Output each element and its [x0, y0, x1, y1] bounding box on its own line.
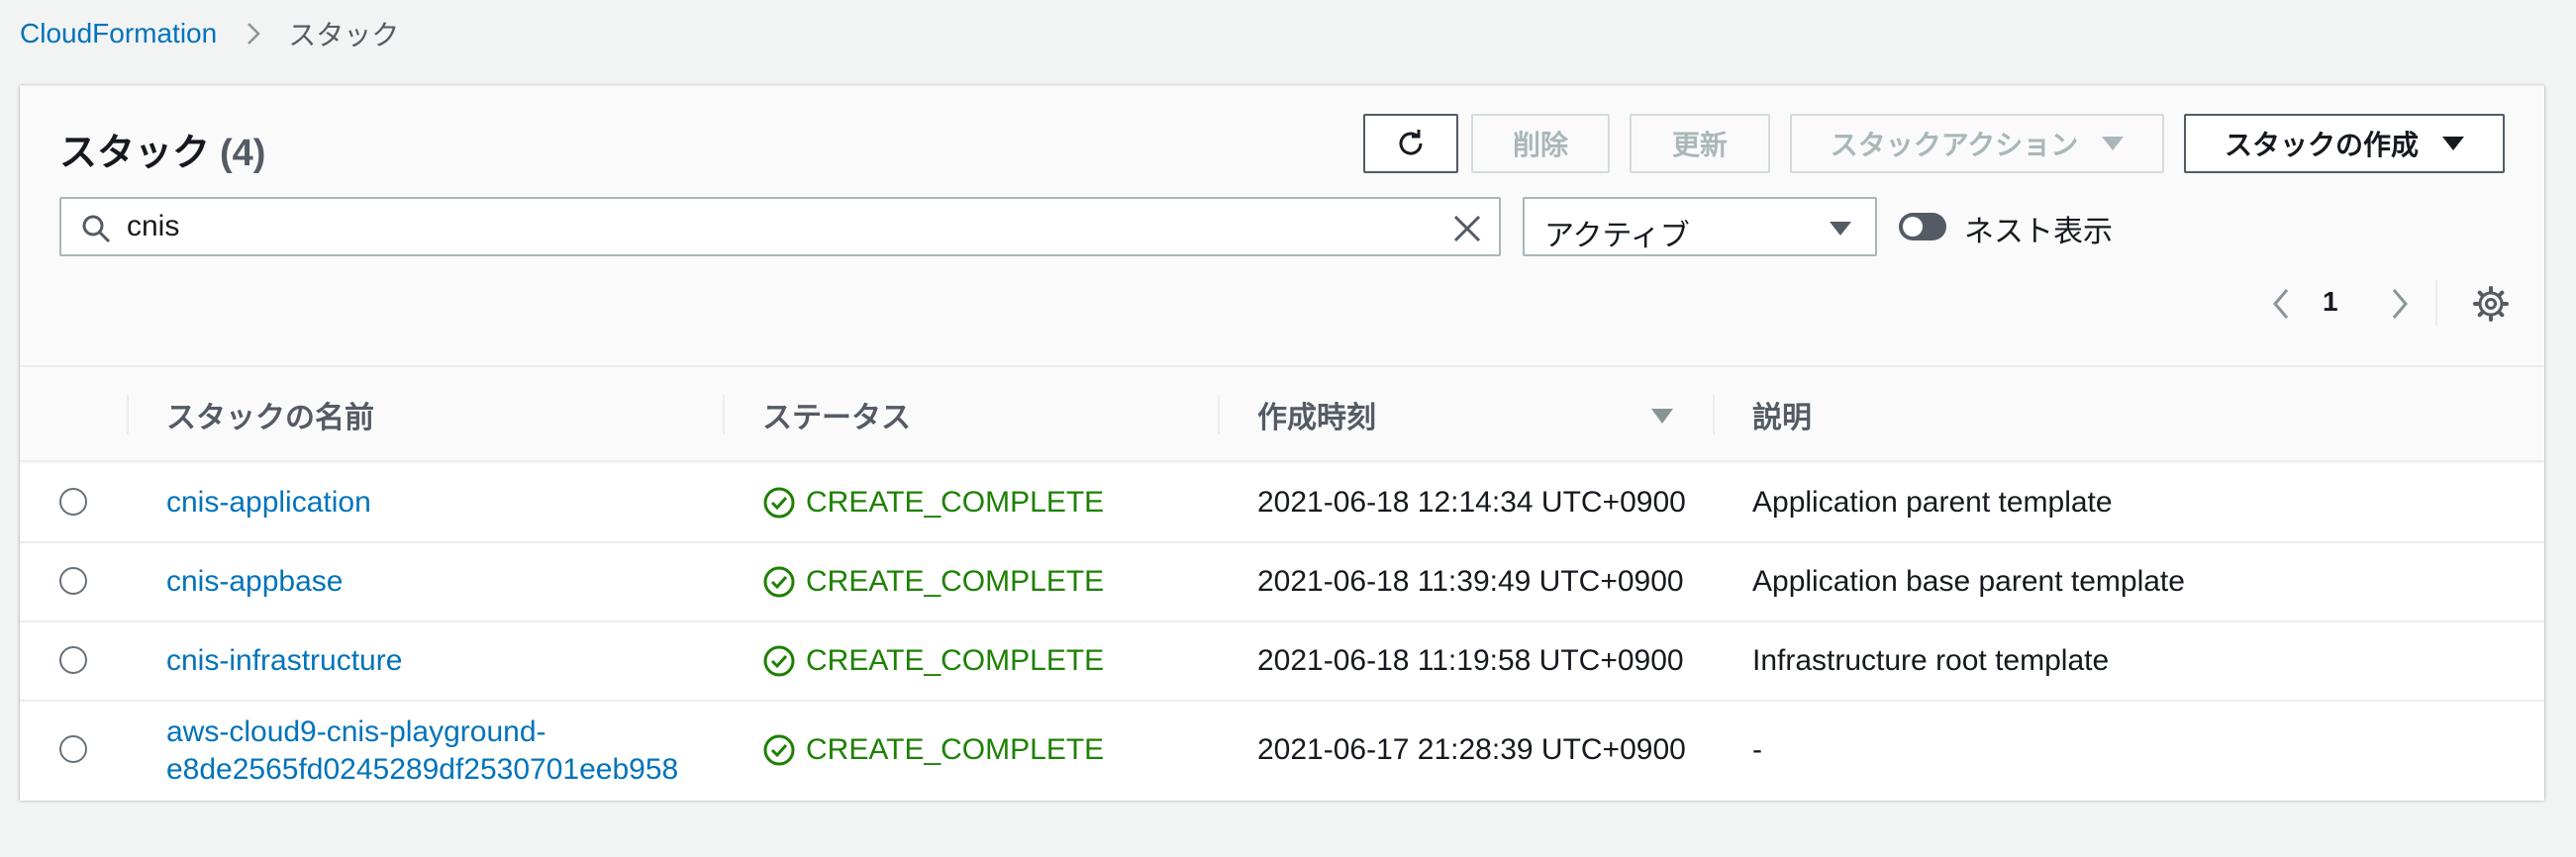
status-cell: CREATE_COMPLETE: [762, 642, 1104, 680]
create-stack-label: スタックの作成: [2224, 130, 2419, 160]
column-header-created[interactable]: 作成時刻: [1257, 367, 1376, 462]
column-header-status[interactable]: ステータス: [762, 367, 911, 462]
status-success-icon: [763, 734, 795, 766]
stack-actions-button[interactable]: スタックアクション: [1790, 114, 2164, 173]
status-text: CREATE_COMPLETE: [806, 733, 1105, 766]
create-stack-button[interactable]: スタックの作成: [2184, 114, 2505, 173]
search-icon: [82, 215, 111, 243]
table-header: スタックの名前 ステータス 作成時刻 説明: [20, 367, 2544, 462]
description: Application base parent template: [1752, 565, 2185, 598]
update-button-label: 更新: [1671, 130, 1728, 160]
created-time: 2021-06-18 11:19:58 UTC+0900: [1257, 644, 1684, 677]
clear-icon[interactable]: [1451, 213, 1483, 244]
stack-name-line: aws-cloud9-cnis-playground-: [166, 715, 546, 748]
stack-name-link[interactable]: cnis-infrastructure: [166, 642, 402, 680]
column-header-description[interactable]: 説明: [1752, 367, 1812, 462]
refresh-icon: [1399, 130, 1423, 155]
sort-descending-icon[interactable]: [1651, 409, 1673, 424]
status-success-icon: [763, 487, 795, 519]
stack-name-line: e8de2565fd0245289df2530701eeb958: [166, 753, 679, 786]
created-time: 2021-06-17 21:28:39 UTC+0900: [1257, 733, 1686, 766]
column-divider: [1218, 395, 1220, 434]
chevron-right-icon: [248, 23, 260, 45]
row-select-radio[interactable]: [59, 488, 87, 516]
divider: [2435, 280, 2437, 326]
created-time: 2021-06-18 11:39:49 UTC+0900: [1257, 565, 1684, 598]
panel-title-text: スタック: [59, 133, 211, 174]
delete-button[interactable]: 削除: [1471, 114, 1610, 173]
caret-down-icon: [2102, 137, 2125, 150]
table-row[interactable]: cnis-application CREATE_COMPLETE 2021-06…: [20, 464, 2544, 543]
chevron-left-icon[interactable]: [2263, 284, 2299, 324]
column-divider: [723, 395, 725, 434]
search-box: [59, 197, 1501, 256]
breadcrumb-current: スタック: [288, 20, 400, 50]
status-cell: CREATE_COMPLETE: [762, 731, 1104, 769]
caret-down-icon: [1830, 222, 1851, 236]
status-text: CREATE_COMPLETE: [806, 486, 1105, 519]
settings-icon[interactable]: [2471, 284, 2511, 324]
stacks-panel: スタック (4) 削除 更新 スタックアクション スタックの作成 アク: [20, 85, 2544, 801]
table-row[interactable]: cnis-infrastructure CREATE_COMPLETE 2021…: [20, 622, 2544, 702]
chevron-right-icon[interactable]: [2382, 284, 2418, 324]
stack-name-link[interactable]: cnis-application: [166, 484, 371, 522]
status-text: CREATE_COMPLETE: [806, 565, 1105, 598]
table-row[interactable]: cnis-appbase CREATE_COMPLETE 2021-06-18 …: [20, 543, 2544, 622]
nested-view-toggle[interactable]: [1899, 213, 1946, 240]
row-select-radio[interactable]: [59, 735, 87, 763]
status-success-icon: [763, 566, 795, 598]
created-time: 2021-06-18 12:14:34 UTC+0900: [1257, 486, 1686, 519]
stack-name-link[interactable]: aws-cloud9-cnis-playground- e8de2565fd02…: [166, 714, 678, 789]
toggle-knob: [1903, 217, 1923, 237]
status-filter-value: アクティブ: [1544, 220, 1690, 252]
page-number[interactable]: 1: [2323, 286, 2338, 318]
update-button[interactable]: 更新: [1630, 114, 1770, 173]
description: -: [1752, 733, 1762, 766]
breadcrumb: CloudFormation スタック: [20, 14, 399, 53]
table-row[interactable]: aws-cloud9-cnis-playground- e8de2565fd02…: [20, 702, 2544, 801]
description: Application parent template: [1752, 486, 2113, 519]
row-select-radio[interactable]: [59, 646, 87, 674]
status-cell: CREATE_COMPLETE: [762, 484, 1104, 522]
stack-count: (4): [220, 133, 266, 174]
page-title: スタック (4): [59, 122, 265, 176]
row-select-radio[interactable]: [59, 567, 87, 595]
column-header-name[interactable]: スタックの名前: [166, 367, 374, 462]
description: Infrastructure root template: [1752, 644, 2110, 677]
search-input[interactable]: [127, 207, 1414, 246]
nested-view-label: ネスト表示: [1964, 216, 2113, 248]
refresh-button[interactable]: [1363, 114, 1458, 173]
status-filter-select[interactable]: アクティブ: [1523, 197, 1877, 256]
delete-button-label: 削除: [1512, 130, 1568, 160]
stack-name-link[interactable]: cnis-appbase: [166, 563, 343, 601]
status-text: CREATE_COMPLETE: [806, 644, 1105, 677]
status-success-icon: [763, 645, 795, 677]
breadcrumb-cloudformation-link[interactable]: CloudFormation: [20, 18, 217, 49]
caret-down-icon: [2442, 137, 2464, 150]
status-cell: CREATE_COMPLETE: [762, 563, 1104, 601]
stack-actions-label: スタックアクション: [1830, 130, 2079, 160]
column-divider: [1713, 395, 1715, 434]
column-divider: [127, 395, 129, 434]
